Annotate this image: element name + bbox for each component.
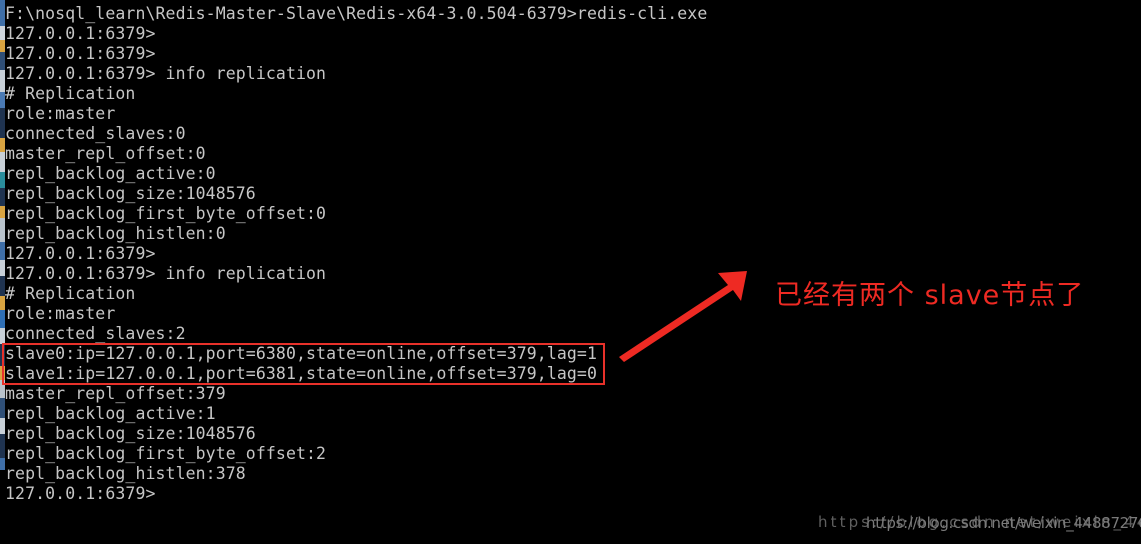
console-line: repl_backlog_histlen:378 xyxy=(5,464,246,483)
console-line: # Replication xyxy=(5,84,136,103)
console-line: connected_slaves:2 xyxy=(5,324,186,343)
console-line: master_repl_offset:0 xyxy=(5,144,206,163)
console-window[interactable]: F:\nosql_learn\Redis-Master-Slave\Redis-… xyxy=(0,0,1141,544)
console-line: 127.0.0.1:6379> info replication xyxy=(5,64,327,83)
screenshot-root: F:\nosql_learn\Redis-Master-Slave\Redis-… xyxy=(0,0,1141,544)
console-line: repl_backlog_histlen:0 xyxy=(5,224,226,243)
console-line: slave0:ip=127.0.0.1,port=6380,state=onli… xyxy=(5,344,597,363)
console-line: repl_backlog_size:1048576 xyxy=(5,424,256,443)
console-line: 127.0.0.1:6379> xyxy=(5,24,156,43)
annotation-note: 已经有两个 slave节点了 xyxy=(775,280,1085,311)
console-line: connected_slaves:0 xyxy=(5,124,186,143)
console-line: repl_backlog_first_byte_offset:2 xyxy=(5,444,327,463)
console-line: repl_backlog_active:1 xyxy=(5,404,216,423)
console-line: role:master xyxy=(5,304,116,323)
console-line: role:master xyxy=(5,104,116,123)
console-line: repl_backlog_active:0 xyxy=(5,164,216,183)
console-line: # Replication xyxy=(5,284,136,303)
console-line: 127.0.0.1:6379> xyxy=(5,484,156,503)
console-line: F:\nosql_learn\Redis-Master-Slave\Redis-… xyxy=(5,4,708,23)
console-line: slave1:ip=127.0.0.1,port=6381,state=onli… xyxy=(5,364,597,383)
console-line: 127.0.0.1:6379> info replication xyxy=(5,264,327,283)
console-line: 127.0.0.1:6379> xyxy=(5,44,156,63)
console-line: 127.0.0.1:6379> xyxy=(5,244,156,263)
console-line: repl_backlog_size:1048576 xyxy=(5,184,256,203)
console-line: master_repl_offset:379 xyxy=(5,384,226,403)
console-line: repl_backlog_first_byte_offset:0 xyxy=(5,204,327,223)
